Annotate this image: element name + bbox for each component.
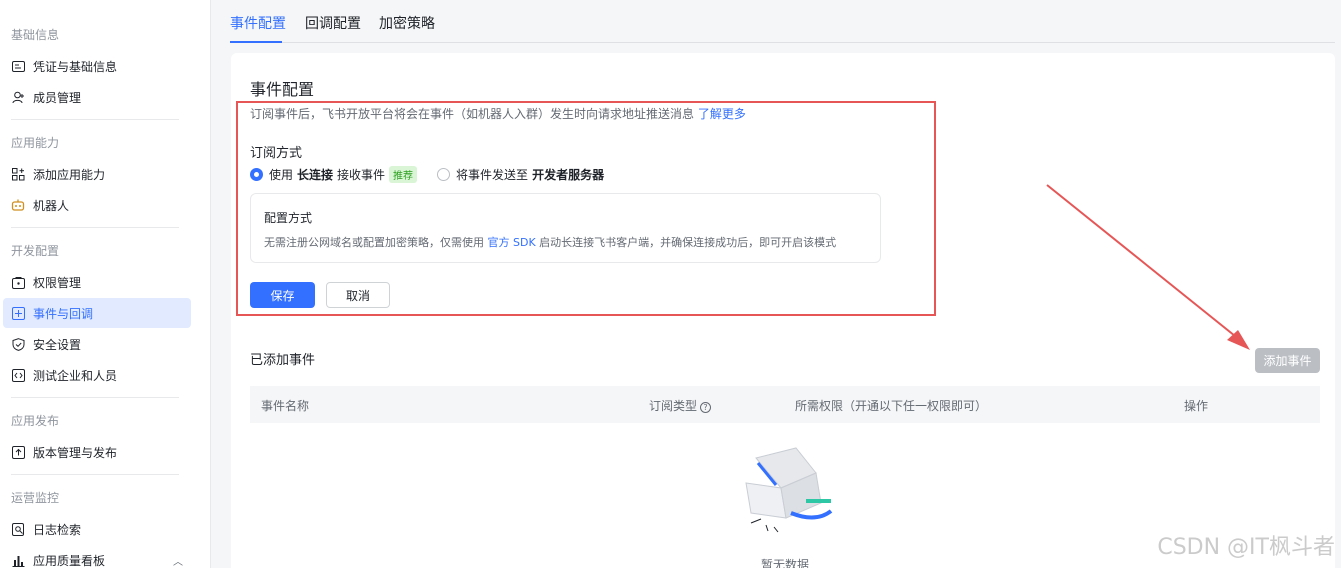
radio-label-bold: 开发者服务器	[532, 168, 605, 182]
page-description: 订阅事件后，飞书开放平台将会在事件（如机器人入群）发生时向请求地址推送消息 了解…	[250, 105, 746, 122]
config-method-title: 配置方式	[264, 211, 313, 225]
save-button[interactable]: 保存	[250, 282, 315, 308]
column-header-label: 订阅类型	[649, 399, 698, 413]
group-title-monitoring: 运营监控	[11, 491, 60, 505]
tab-encryption[interactable]: 加密策略	[379, 14, 435, 34]
tab-event-config[interactable]: 事件配置	[230, 14, 286, 34]
description-text: 订阅事件后，飞书开放平台将会在事件（如机器人入群）发生时向请求地址推送消息	[250, 107, 695, 121]
radio-checked-icon[interactable]	[250, 168, 263, 181]
radio-label: 将事件发送至	[456, 168, 529, 182]
log-search-icon	[11, 522, 25, 536]
sidebar-item-label: 添加应用能力	[33, 167, 106, 182]
sidebar-item-credentials[interactable]: 凭证与基础信息	[3, 51, 191, 81]
empty-box-illustration	[745, 447, 833, 533]
watermark: CSDN @IT枫斗者	[1157, 535, 1335, 560]
radio-label: 使用	[269, 168, 294, 182]
upload-box-icon	[11, 445, 25, 459]
column-header-permissions: 所需权限（开通以下任一权限即可）	[795, 399, 988, 413]
config-desc-text: 无需注册公网域名或配置加密策略，仅需使用	[264, 236, 484, 249]
tab-bar: 事件配置 回调配置 加密策略	[211, 0, 1341, 44]
sidebar-item-label: 凭证与基础信息	[33, 59, 118, 74]
id-card-icon	[11, 59, 25, 73]
radio-label: 接收事件	[337, 168, 386, 182]
help-icon[interactable]: ?	[700, 402, 712, 413]
radio-developer-server[interactable]: 将事件发送至 开发者服务器	[437, 166, 608, 183]
sidebar-item-label: 应用质量看板	[33, 553, 106, 568]
sidebar-item-permissions[interactable]: 权限管理	[3, 267, 191, 297]
active-tab-indicator	[230, 41, 282, 43]
sidebar-item-label: 安全设置	[33, 337, 82, 352]
sidebar-item-test-tenants[interactable]: 测试企业和人员	[3, 360, 191, 390]
add-event-button[interactable]: 添加事件	[1255, 348, 1320, 373]
sidebar-item-robot[interactable]: 机器人	[3, 190, 191, 220]
group-title-dev-config: 开发配置	[11, 244, 60, 258]
official-sdk-link[interactable]: 官方 SDK	[488, 236, 536, 249]
sidebar-item-add-capability[interactable]: 添加应用能力	[3, 159, 191, 189]
events-table-header: 事件名称 订阅类型? 所需权限（开通以下任一权限即可） 操作	[250, 386, 1320, 423]
lock-box-icon	[11, 275, 25, 289]
sidebar-item-label: 成员管理	[33, 90, 82, 105]
sidebar-item-security[interactable]: 安全设置	[3, 329, 191, 359]
chevron-up-icon[interactable]: ︿	[173, 553, 183, 568]
learn-more-link[interactable]: 了解更多	[698, 107, 746, 121]
group-title-capabilities: 应用能力	[11, 136, 60, 150]
sidebar-item-events-callbacks[interactable]: 事件与回调	[3, 298, 191, 328]
event-icon	[11, 306, 25, 320]
app-root: 基础信息 凭证与基础信息 成员管理 应用能力 添加应用能力 机器人 开发配置 权…	[0, 0, 1341, 568]
recommended-badge: 推荐	[389, 166, 418, 183]
group-title-basic: 基础信息	[11, 28, 60, 42]
sidebar-item-versions[interactable]: 版本管理与发布	[3, 437, 191, 467]
user-add-icon	[11, 90, 25, 104]
column-header-event-name: 事件名称	[261, 399, 310, 413]
sidebar: 基础信息 凭证与基础信息 成员管理 应用能力 添加应用能力 机器人 开发配置 权…	[0, 0, 211, 568]
tab-divider	[230, 42, 1335, 43]
sidebar-item-label: 版本管理与发布	[33, 445, 118, 460]
sidebar-item-members[interactable]: 成员管理	[3, 82, 191, 112]
empty-state-text: 暂无数据	[761, 558, 810, 568]
tab-callback-config[interactable]: 回调配置	[305, 14, 361, 34]
robot-icon	[11, 198, 25, 212]
config-method-desc: 无需注册公网域名或配置加密策略，仅需使用 官方 SDK 启动长连接飞书客户端，并…	[264, 234, 836, 250]
sidebar-item-quality-board[interactable]: 应用质量看板 ︿	[3, 545, 191, 568]
sidebar-item-log-search[interactable]: 日志检索	[3, 514, 191, 544]
sidebar-item-label: 日志检索	[33, 522, 82, 537]
shield-icon	[11, 337, 25, 351]
bar-chart-icon	[11, 553, 25, 567]
sidebar-item-label: 测试企业和人员	[33, 368, 118, 383]
event-config-card: 事件配置 订阅事件后，飞书开放平台将会在事件（如机器人入群）发生时向请求地址推送…	[231, 53, 1335, 568]
page-title: 事件配置	[250, 80, 315, 99]
added-events-title: 已添加事件	[250, 353, 316, 368]
column-header-actions: 操作	[1184, 399, 1209, 413]
grid-add-icon	[11, 167, 25, 181]
config-desc-text: 启动长连接飞书客户端，并确保连接成功后，即可开启该模式	[539, 236, 837, 249]
group-title-release: 应用发布	[11, 414, 60, 428]
radio-long-connection[interactable]: 使用 长连接 接收事件 推荐	[250, 166, 418, 183]
subscribe-mode-title: 订阅方式	[250, 146, 303, 161]
config-method-box: 配置方式 无需注册公网域名或配置加密策略，仅需使用 官方 SDK 启动长连接飞书…	[250, 193, 881, 263]
sidebar-item-label: 事件与回调	[33, 306, 94, 321]
radio-unchecked-icon[interactable]	[437, 168, 451, 181]
column-header-subscribe-type: 订阅类型?	[649, 397, 712, 414]
radio-label-bold: 长连接	[297, 168, 334, 182]
sidebar-item-label: 权限管理	[33, 275, 82, 290]
code-box-icon	[11, 368, 25, 382]
subscribe-mode-radio-group: 使用 长连接 接收事件 推荐 将事件发送至 开发者服务器	[250, 166, 628, 183]
cancel-button[interactable]: 取消	[326, 282, 390, 308]
sidebar-item-label: 机器人	[33, 198, 70, 213]
